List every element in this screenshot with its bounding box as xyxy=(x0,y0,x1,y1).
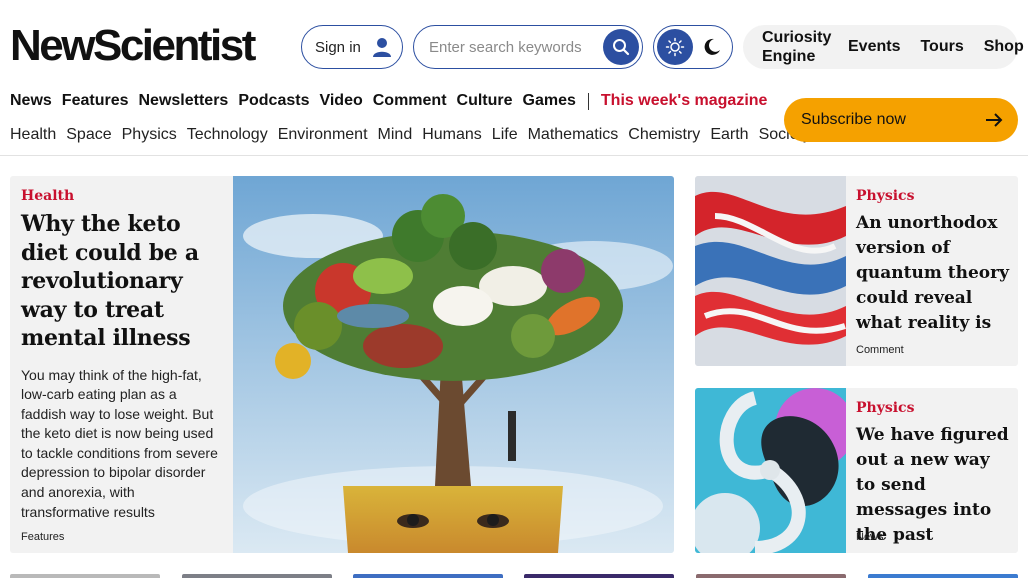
topic-humans[interactable]: Humans xyxy=(422,126,482,144)
top-links: Curiosity Engine Events Tours Shop xyxy=(743,25,1024,69)
nav-culture[interactable]: Culture xyxy=(457,92,513,110)
teaser-thumbnail[interactable] xyxy=(524,574,674,578)
topic-nav: Health Space Physics Technology Environm… xyxy=(10,126,811,144)
side-story-category[interactable]: Physics xyxy=(856,400,1011,416)
nav-video[interactable]: Video xyxy=(319,92,362,110)
moon-icon[interactable] xyxy=(702,37,722,57)
sign-in-label: Sign in xyxy=(315,38,361,56)
teaser-thumbnail[interactable] xyxy=(10,574,160,578)
arrow-right-icon xyxy=(984,110,1004,130)
subscribe-label: Subscribe now xyxy=(801,111,906,128)
lead-story-card[interactable]: Health Why the keto diet could be a revo… xyxy=(10,176,674,553)
topic-life[interactable]: Life xyxy=(492,126,518,144)
lead-headline[interactable]: Why the keto diet could be a revolutiona… xyxy=(21,210,221,353)
topic-mathematics[interactable]: Mathematics xyxy=(528,126,619,144)
topic-earth[interactable]: Earth xyxy=(710,126,748,144)
shop-link[interactable]: Shop xyxy=(984,38,1024,56)
topic-technology[interactable]: Technology xyxy=(187,126,268,144)
theme-toggle[interactable] xyxy=(653,25,733,69)
teaser-thumbnail[interactable] xyxy=(696,574,846,578)
search-input[interactable] xyxy=(429,38,599,56)
topic-health[interactable]: Health xyxy=(10,126,56,144)
sun-icon xyxy=(665,37,685,57)
newscientist-logo[interactable]: NewScientist xyxy=(10,20,256,72)
topic-space[interactable]: Space xyxy=(66,126,111,144)
side-story-card[interactable]: Physics An unorthodox version of quantum… xyxy=(695,176,1018,366)
side-story-category[interactable]: Physics xyxy=(856,188,1011,204)
subscribe-button[interactable]: Subscribe now xyxy=(784,98,1018,142)
tours-link[interactable]: Tours xyxy=(920,38,963,56)
nav-newsletters[interactable]: Newsletters xyxy=(139,92,229,110)
topic-mind[interactable]: Mind xyxy=(378,126,413,144)
topic-chemistry[interactable]: Chemistry xyxy=(628,126,700,144)
sign-in-button[interactable]: Sign in xyxy=(301,25,403,69)
topic-physics[interactable]: Physics xyxy=(122,126,177,144)
curiosity-engine-link[interactable]: Curiosity Engine xyxy=(762,28,831,66)
nav-games[interactable]: Games xyxy=(523,92,576,110)
light-mode-button[interactable] xyxy=(657,29,693,65)
side-story-headline[interactable]: An unorthodox version of quantum theory … xyxy=(856,211,1011,336)
side-story-tag: Comment xyxy=(856,344,904,356)
main-nav: News Features Newsletters Podcasts Video… xyxy=(10,92,767,110)
search-button[interactable] xyxy=(603,29,639,65)
topic-environment[interactable]: Environment xyxy=(278,126,368,144)
lead-image-keto-tree[interactable] xyxy=(233,176,674,553)
lead-summary: You may think of the high-fat, low-carb … xyxy=(21,366,218,520)
search-icon xyxy=(613,39,630,56)
side-story-tag: News xyxy=(856,531,884,543)
nav-comment[interactable]: Comment xyxy=(373,92,447,110)
side-story-card[interactable]: Physics We have figured out a new way to… xyxy=(695,388,1018,553)
search-box xyxy=(413,25,643,69)
nav-divider xyxy=(587,92,589,110)
nav-news[interactable]: News xyxy=(10,92,52,110)
lead-category[interactable]: Health xyxy=(21,188,221,204)
nav-features[interactable]: Features xyxy=(62,92,129,110)
header-divider xyxy=(0,155,1028,156)
events-link[interactable]: Events xyxy=(848,38,900,56)
teaser-thumbnail[interactable] xyxy=(353,574,503,578)
user-icon xyxy=(371,36,393,58)
lead-tag: Features xyxy=(21,531,65,543)
side-story-headline[interactable]: We have figured out a new way to send me… xyxy=(856,423,1011,548)
nav-this-weeks-magazine[interactable]: This week's magazine xyxy=(601,92,768,110)
side-story-image-clocks[interactable] xyxy=(695,388,855,553)
nav-podcasts[interactable]: Podcasts xyxy=(238,92,309,110)
side-story-image-wavy[interactable] xyxy=(695,176,846,366)
teaser-thumbnail[interactable] xyxy=(182,574,332,578)
teaser-thumbnail[interactable] xyxy=(868,574,1018,578)
